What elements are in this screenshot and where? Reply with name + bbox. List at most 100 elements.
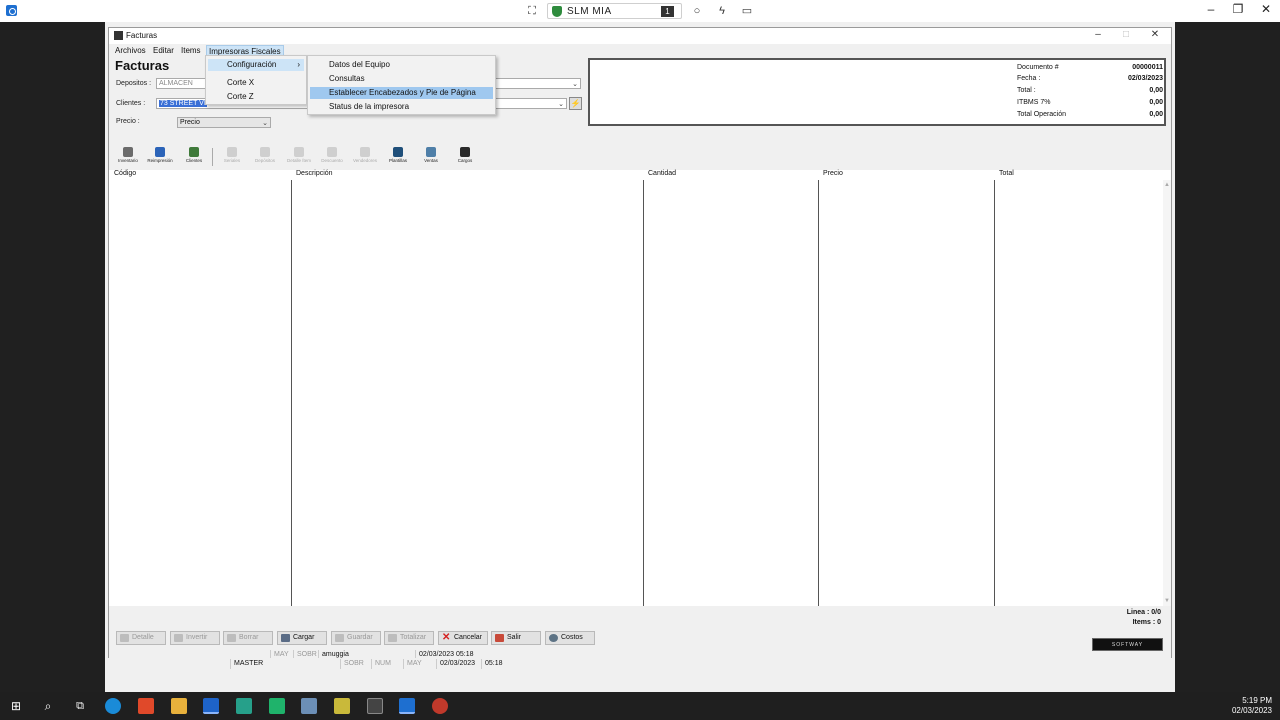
- file-explorer-icon[interactable]: [171, 698, 187, 714]
- lightning-icon[interactable]: ϟ: [716, 5, 728, 17]
- inventory-icon: [123, 147, 133, 157]
- tool-clientes[interactable]: Clientes: [179, 146, 209, 168]
- vertical-scrollbar[interactable]: ▲ ▼: [1163, 180, 1171, 606]
- monitor-icon[interactable]: ▭: [741, 5, 753, 17]
- session-selector[interactable]: SLM MIA 1: [547, 3, 682, 19]
- grid-app-icon[interactable]: [269, 698, 285, 714]
- minimize-icon[interactable]: –: [1091, 29, 1105, 43]
- menu-item-encabezados-pie[interactable]: Establecer Encabezados y Pie de Página: [310, 87, 493, 99]
- cargar-button[interactable]: Cargar: [277, 631, 327, 645]
- remote-app-icon[interactable]: [6, 5, 17, 16]
- itbms-row: ITBMS 7% 0,00: [1017, 99, 1163, 110]
- menu-editar[interactable]: Editar: [151, 45, 176, 57]
- detalle-button: Detalle: [116, 631, 166, 645]
- column-header-precio[interactable]: Precio: [818, 170, 843, 180]
- system-clock[interactable]: 5:19 PM 02/03/2023: [1232, 696, 1272, 716]
- list-icon: [260, 147, 270, 157]
- tool-label: Descuento: [321, 158, 343, 163]
- outlook-icon[interactable]: [203, 698, 219, 714]
- tool-label: Depósitos: [254, 158, 275, 163]
- chevron-down-icon[interactable]: ⌄: [558, 100, 564, 109]
- chat-icon[interactable]: ○: [691, 5, 703, 17]
- softway-logo: SOFTWAY: [1092, 638, 1163, 651]
- remote-session-bar: ⛶ SLM MIA 1 ○ ϟ ▭ – ❐ ✕: [0, 0, 1280, 22]
- remote-desktop-icon[interactable]: [399, 698, 415, 714]
- windows-start-icon[interactable]: ⊞: [8, 698, 24, 714]
- menu-archivos[interactable]: Archivos: [113, 45, 148, 57]
- scroll-up-icon[interactable]: ▲: [1164, 182, 1170, 188]
- clientes-value: 73 STREET VI: [159, 100, 207, 107]
- invertir-label: Invertir: [186, 634, 208, 641]
- status-date: 02/03/2023: [436, 659, 478, 669]
- documento-label: Documento #: [1017, 64, 1059, 71]
- shield-icon: [552, 6, 562, 17]
- window-titlebar[interactable]: Facturas – □ ✕: [109, 28, 1171, 44]
- column-header-codigo[interactable]: Código: [109, 170, 136, 180]
- serial-icon: [227, 147, 237, 157]
- clientes-label: Clientes :: [116, 100, 146, 107]
- app-icon[interactable]: [236, 698, 252, 714]
- close-icon[interactable]: ✕: [1148, 29, 1162, 43]
- total-value: 0,00: [1149, 87, 1163, 94]
- depositos-label: Depositos :: [116, 80, 152, 87]
- status-may: MAY: [403, 659, 425, 669]
- tool-label: Reimpresión: [147, 158, 173, 163]
- trash-icon: [227, 634, 236, 642]
- totalize-icon: [388, 634, 397, 642]
- restore-icon[interactable]: ❐: [1231, 2, 1245, 18]
- task-view-icon[interactable]: ⧉: [72, 698, 88, 714]
- maximize-icon: □: [1122, 29, 1130, 40]
- salir-button[interactable]: Salir: [491, 631, 541, 645]
- menu-item-corte-x[interactable]: Corte X: [208, 77, 304, 89]
- fecha-row: Fecha : 02/03/2023: [1017, 75, 1163, 86]
- tool-reimpresion[interactable]: Reimpresión: [145, 146, 175, 168]
- brave-icon[interactable]: [138, 698, 154, 714]
- edge-icon[interactable]: [105, 698, 121, 714]
- scroll-down-icon[interactable]: ▼: [1164, 598, 1170, 604]
- column-header-total[interactable]: Total: [994, 170, 1014, 180]
- toolbar-divider: [212, 148, 213, 166]
- clock-date: 02/03/2023: [1231, 706, 1272, 715]
- tool-ventas[interactable]: Ventas: [416, 146, 446, 168]
- menu-item-consultas[interactable]: Consultas: [310, 73, 493, 85]
- softway-app-icon[interactable]: [367, 698, 383, 714]
- search-client-button[interactable]: ⚡: [569, 97, 582, 110]
- window-title: Facturas: [126, 31, 158, 40]
- tool-inventario[interactable]: Inventario: [113, 146, 143, 168]
- column-header-descripcion[interactable]: Descripción: [291, 170, 333, 180]
- column-header-cantidad[interactable]: Cantidad: [643, 170, 676, 180]
- menu-item-corte-z[interactable]: Corte Z: [208, 91, 304, 103]
- items-grid[interactable]: Código Descripción Cantidad Precio Total…: [109, 170, 1171, 606]
- precio-label: Precio :: [116, 118, 140, 125]
- status-sobr: SOBR: [340, 659, 367, 669]
- close-icon[interactable]: ✕: [1259, 2, 1273, 18]
- cancelar-button[interactable]: ✕ Cancelar: [438, 631, 488, 645]
- menu-item-status-impresora[interactable]: Status de la impresora: [310, 101, 493, 113]
- status-master: MASTER: [230, 659, 338, 669]
- tool-cargos[interactable]: Cargos: [450, 146, 480, 168]
- chevron-down-icon[interactable]: ⌄: [262, 119, 268, 128]
- costos-button[interactable]: Costos: [545, 631, 595, 645]
- window-app-icon: [114, 31, 123, 40]
- menu-item-datos-equipo[interactable]: Datos del Equipo: [310, 59, 493, 71]
- tool-plantillas[interactable]: Plantillas: [383, 146, 413, 168]
- search-icon[interactable]: ⌕: [40, 698, 56, 714]
- clock-app-icon[interactable]: [432, 698, 448, 714]
- menu-configuracion-submenu: Datos del Equipo Consultas Establecer En…: [307, 55, 496, 115]
- menu-items[interactable]: Items: [179, 45, 203, 57]
- total-label: Total :: [1017, 87, 1036, 94]
- menu-item-configuracion[interactable]: Configuración ›: [208, 59, 304, 71]
- cancelar-label: Cancelar: [454, 634, 483, 641]
- status-num: NUM: [371, 659, 394, 669]
- session-name: SLM MIA: [567, 6, 612, 17]
- status-time: 05:18: [481, 659, 506, 669]
- precio-combo[interactable]: Precio ⌄: [177, 117, 271, 128]
- chevron-down-icon[interactable]: ⌄: [572, 80, 578, 89]
- users-icon: [189, 147, 199, 157]
- minimize-icon[interactable]: –: [1204, 2, 1218, 18]
- network-app-icon[interactable]: [301, 698, 317, 714]
- precio-value: Precio: [180, 119, 200, 126]
- tools-app-icon[interactable]: [334, 698, 350, 714]
- documento-value: 00000011: [1132, 64, 1163, 71]
- fullscreen-icon[interactable]: ⛶: [526, 5, 538, 17]
